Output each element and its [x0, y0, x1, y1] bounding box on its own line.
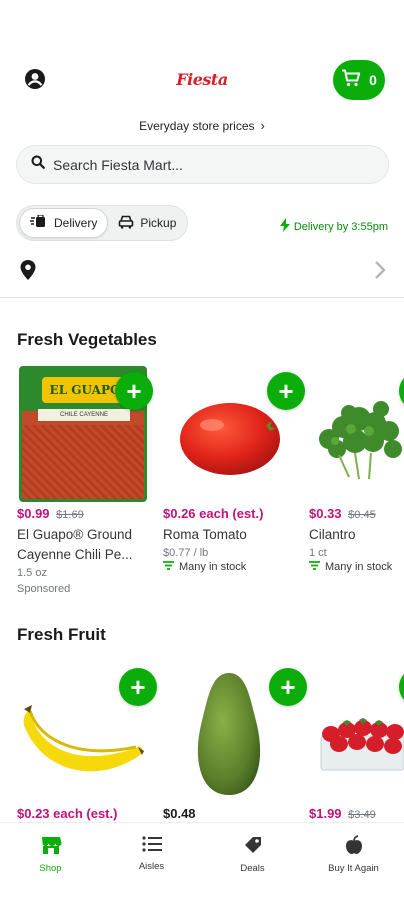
- product-image: EL GUAPO CHILE CAYENNE +: [17, 366, 153, 502]
- add-to-cart-button[interactable]: +: [267, 372, 305, 410]
- store-logo: Fiesta: [176, 70, 228, 89]
- delivery-eta: Delivery by 3:55pm: [279, 218, 388, 235]
- search-bar[interactable]: [16, 145, 389, 184]
- sponsored-label: Sponsored: [17, 583, 71, 595]
- product-card[interactable]: + $0.48: [163, 666, 307, 821]
- delivery-eta-text: Delivery by 3:55pm: [293, 220, 388, 233]
- cart-button[interactable]: 0: [333, 60, 385, 100]
- product-old-price: $0.45: [348, 509, 376, 521]
- nav-buy-it-again-label: Buy It Again: [328, 863, 379, 874]
- location-pin-icon: [20, 260, 36, 285]
- delivery-option[interactable]: Delivery: [19, 208, 109, 238]
- product-image: +: [163, 366, 305, 502]
- stock-text: Many in stock: [179, 561, 247, 573]
- pickup-car-icon: [118, 214, 134, 233]
- chevron-right-icon: [374, 260, 386, 285]
- tag-icon: [243, 835, 263, 858]
- nav-shop-label: Shop: [39, 863, 62, 874]
- add-to-cart-button[interactable]: +: [115, 372, 153, 410]
- delivery-truck-icon: [30, 213, 48, 232]
- product-card[interactable]: + $0.23 each (est.): [17, 666, 157, 821]
- stock-text: Many in stock: [325, 561, 393, 573]
- bottom-nav: Shop Aisles Deals Buy It Again: [0, 822, 404, 900]
- product-card[interactable]: + $1.99 $3.49: [309, 666, 404, 821]
- storefront-icon: [40, 835, 62, 858]
- product-image: +: [163, 666, 307, 802]
- chevron-right-icon: ›: [260, 118, 265, 133]
- product-price: $0.48: [163, 806, 196, 821]
- account-circle-icon[interactable]: [24, 68, 46, 90]
- product-size: 1.5 oz: [17, 567, 47, 579]
- pickup-label: Pickup: [140, 216, 177, 230]
- stock-status: Many in stock: [163, 561, 303, 573]
- add-to-cart-button[interactable]: +: [269, 668, 307, 706]
- stock-filter-icon: [163, 561, 174, 573]
- product-size: 1 ct: [309, 547, 327, 559]
- product-price: $0.99: [17, 506, 50, 521]
- apple-icon: [345, 835, 363, 858]
- divider: [0, 297, 404, 298]
- add-to-cart-button[interactable]: +: [119, 668, 157, 706]
- nav-aisles-label: Aisles: [138, 861, 165, 872]
- search-input[interactable]: [53, 156, 353, 173]
- product-size: $0.77 / lb: [163, 547, 209, 559]
- lightning-icon: [279, 218, 290, 235]
- nav-aisles[interactable]: Aisles: [101, 823, 202, 900]
- cart-icon: [341, 69, 361, 92]
- product-name: Cilantro: [309, 527, 356, 542]
- product-image: +: [17, 666, 157, 802]
- address-row[interactable]: [0, 256, 404, 286]
- product-image: +: [309, 366, 404, 502]
- delivery-label: Delivery: [54, 216, 98, 230]
- pickup-option[interactable]: Pickup: [108, 208, 186, 238]
- product-card[interactable]: EL GUAPO CHILE CAYENNE + $0.99 $1.69 El …: [17, 366, 157, 595]
- stock-status: Many in stock: [309, 561, 404, 573]
- nav-buy-it-again[interactable]: Buy It Again: [303, 823, 404, 900]
- product-old-price: $3.49: [348, 809, 376, 821]
- product-price: $0.23 each (est.): [17, 806, 118, 821]
- store-prices-link[interactable]: Everyday store prices ›: [0, 118, 404, 133]
- package-subtitle: CHILE CAYENNE: [38, 409, 130, 421]
- store-prices-label: Everyday store prices: [139, 119, 255, 133]
- product-name: Roma Tomato: [163, 527, 247, 542]
- product-price: $1.99: [309, 806, 342, 821]
- product-price: $0.26 each (est.): [163, 506, 264, 521]
- section-title-vegetables: Fresh Vegetables: [17, 330, 157, 349]
- product-old-price: $1.69: [56, 509, 84, 521]
- product-card[interactable]: + $0.33 $0.45 Cilantro 1 ct Many in stoc…: [309, 366, 404, 573]
- product-price: $0.33: [309, 506, 342, 521]
- cart-count: 0: [369, 72, 377, 88]
- list-icon: [141, 835, 162, 856]
- nav-shop[interactable]: Shop: [0, 823, 101, 900]
- nav-deals-label: Deals: [240, 863, 265, 874]
- section-title-fruit: Fresh Fruit: [17, 625, 106, 644]
- fulfillment-toggle: Delivery Pickup: [16, 205, 188, 241]
- app-header: Fiesta 0: [0, 58, 404, 102]
- nav-deals[interactable]: Deals: [202, 823, 303, 900]
- product-card[interactable]: + $0.26 each (est.) Roma Tomato $0.77 / …: [163, 366, 305, 573]
- stock-filter-icon: [309, 561, 320, 573]
- search-icon: [31, 155, 45, 174]
- product-image: +: [309, 666, 404, 802]
- product-name: El Guapo® Ground Cayenne Chili Pe...: [17, 527, 133, 562]
